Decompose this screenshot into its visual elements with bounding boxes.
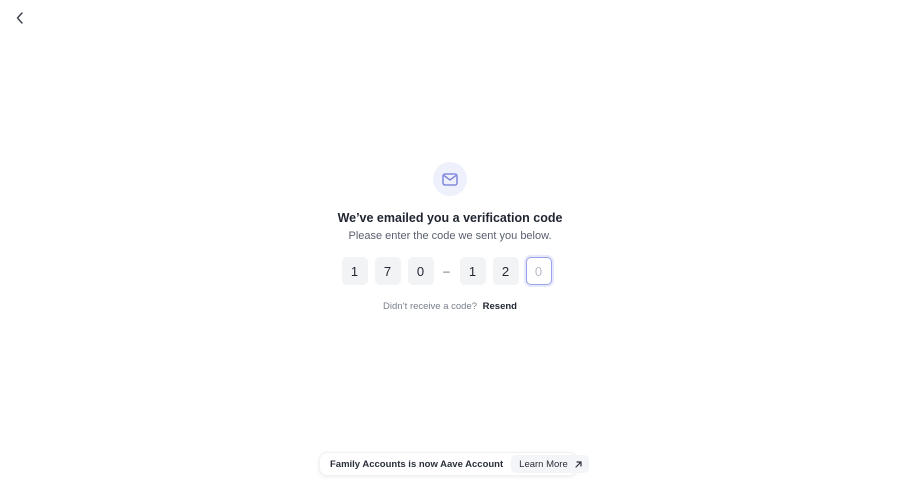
banner-text: Family Accounts is now Aave Account xyxy=(330,458,504,470)
back-button[interactable] xyxy=(10,8,30,28)
code-input-group: 1 7 0 – 1 2 0 xyxy=(341,257,559,285)
arrow-up-right-icon xyxy=(575,460,582,468)
code-digit-1[interactable]: 1 xyxy=(341,257,368,285)
verification-panel: We’ve emailed you a verification code Pl… xyxy=(0,162,900,312)
code-digit-6[interactable]: 0 xyxy=(525,257,552,285)
resend-prompt: Didn’t receive a code? xyxy=(383,301,478,312)
learn-more-label: Learn More xyxy=(519,458,568,470)
code-separator: – xyxy=(443,264,450,278)
code-digit-5[interactable]: 2 xyxy=(492,257,519,285)
mail-icon xyxy=(442,172,458,186)
resend-row: Didn’t receive a code? Resend xyxy=(383,301,517,312)
page-subtitle: Please enter the code we sent you below. xyxy=(348,230,552,242)
chevron-left-icon xyxy=(16,12,23,24)
code-digit-4[interactable]: 1 xyxy=(459,257,486,285)
verification-page: We’ve emailed you a verification code Pl… xyxy=(0,0,900,484)
mail-badge xyxy=(433,162,467,196)
page-title: We’ve emailed you a verification code xyxy=(337,211,563,225)
code-digit-2[interactable]: 7 xyxy=(374,257,401,285)
code-digit-3[interactable]: 0 xyxy=(407,257,434,285)
learn-more-button[interactable]: Learn More xyxy=(511,455,589,473)
resend-link[interactable]: Resend xyxy=(483,301,517,312)
announcement-banner: Family Accounts is now Aave Account Lear… xyxy=(319,452,589,476)
